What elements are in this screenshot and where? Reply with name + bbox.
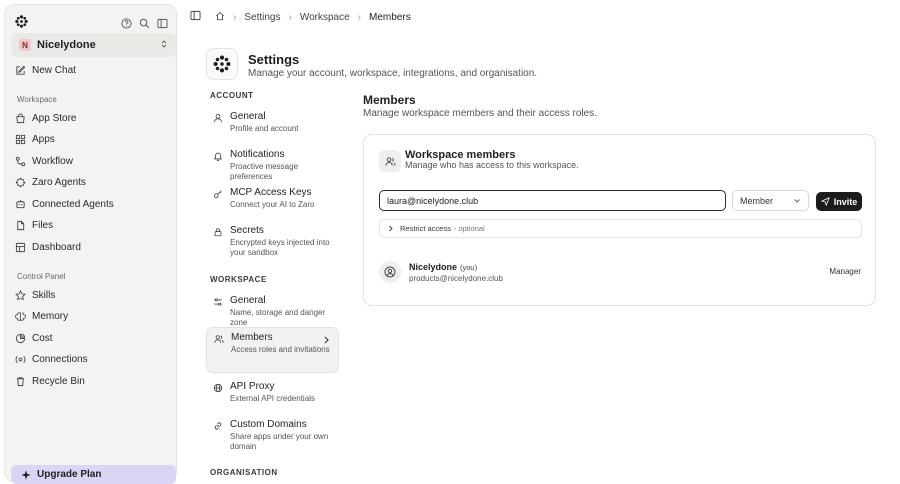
panel-toggle-icon[interactable] (190, 10, 201, 24)
memory-icon (15, 311, 26, 321)
sidebar-section-workspace: Workspace (17, 95, 57, 104)
member-role: Manager (829, 267, 861, 276)
invite-button-label: Invite (833, 196, 858, 207)
sidebar-item-skills[interactable]: Skills (15, 286, 55, 304)
lock-icon (214, 228, 222, 237)
member-you-badge: (you) (460, 263, 478, 272)
breadcrumb-settings[interactable]: Settings (244, 12, 280, 23)
page-subtitle: Manage your account, workspace, integrat… (248, 68, 538, 79)
app-store-icon (16, 112, 25, 123)
recycle-bin-icon (16, 376, 25, 386)
chevron-right-icon (389, 225, 393, 232)
sidebar-item-apps[interactable]: Apps (15, 130, 55, 148)
sidebar-item-cost[interactable]: Cost (15, 329, 53, 347)
sidebar-item-connected-agents[interactable]: Connected Agents (15, 195, 114, 213)
section-title: Members (363, 93, 416, 107)
workspace-members-card: Workspace members Manage who has access … (363, 134, 876, 306)
sidebar-item-zaro-agents[interactable]: Zaro Agents (15, 173, 86, 191)
nav-item-mcp-access-keys[interactable]: MCP Access Keys Connect your AI to Zaro (206, 183, 339, 214)
role-select-value: Member (740, 195, 774, 206)
restrict-access-optional: - optional (453, 224, 485, 233)
nav-item-custom-domains[interactable]: Custom Domains Share apps under your own… (206, 415, 339, 456)
chevron-updown-icon (160, 38, 168, 52)
settings-logo-icon (206, 48, 238, 80)
chevron-down-icon (794, 198, 800, 203)
sidebar-toggle-icon[interactable] (156, 17, 168, 29)
invite-email-input[interactable] (379, 190, 726, 211)
upgrade-plan-button[interactable]: Upgrade Plan (11, 465, 176, 484)
breadcrumb-separator-icon: › (233, 11, 237, 23)
nav-item-members[interactable]: Members Access roles and invitations (206, 327, 339, 373)
nav-section-account: ACCOUNT (210, 91, 254, 100)
nav-item-notifications[interactable]: Notifications Proactive message preferen… (206, 145, 339, 186)
sidebar-item-dashboard[interactable]: Dashboard (15, 238, 81, 256)
new-chat-button[interactable]: New Chat (15, 61, 76, 79)
bell-icon (213, 152, 223, 161)
globe-icon (213, 383, 223, 393)
breadcrumb-members: Members (369, 11, 411, 23)
restrict-access-toggle[interactable]: Restrict access - optional (379, 219, 862, 238)
sidebar-item-memory[interactable]: Memory (15, 307, 68, 325)
cost-icon (15, 333, 26, 343)
nav-section-workspace: WORKSPACE (210, 275, 267, 284)
new-chat-icon (16, 65, 26, 75)
skills-icon (15, 289, 26, 300)
sliders-icon (214, 298, 222, 306)
card-subtitle: Manage who has access to this workspace. (405, 160, 579, 170)
invite-button[interactable]: Invite (816, 192, 862, 211)
help-icon[interactable] (120, 17, 132, 29)
restrict-access-label: Restrict access (400, 224, 451, 233)
breadcrumb: › Settings › Workspace › Members (190, 10, 419, 24)
nav-section-organisation: ORGANISATION (210, 468, 278, 477)
sidebar-item-connections[interactable]: Connections (15, 350, 88, 368)
org-name: Nicelydone (37, 39, 96, 51)
agents-icon (15, 177, 26, 187)
user-circle-icon (384, 266, 396, 278)
section-subtitle: Manage workspace members and their acces… (363, 108, 597, 119)
connected-agents-icon (16, 199, 25, 208)
zaro-logo-icon[interactable] (15, 15, 28, 31)
users-icon (214, 335, 224, 343)
apps-icon (15, 134, 26, 144)
org-selector[interactable]: N Nicelydone (11, 33, 176, 57)
nav-item-account-general[interactable]: General Profile and account (206, 107, 339, 138)
sidebar: N Nicelydone New Chat Workspace App Stor… (4, 4, 177, 484)
nav-item-workspace-general[interactable]: General Name, storage and danger zone (206, 291, 339, 332)
connections-icon (15, 355, 26, 363)
breadcrumb-workspace[interactable]: Workspace (300, 12, 350, 23)
send-icon (821, 197, 830, 206)
member-email: products@nicelydone.club (409, 274, 503, 283)
sidebar-section-control-panel: Control Panel (17, 272, 66, 281)
sidebar-item-recycle-bin[interactable]: Recycle Bin (15, 372, 85, 390)
sidebar-item-workflow[interactable]: Workflow (15, 152, 73, 170)
org-avatar: N (19, 39, 31, 51)
new-chat-label: New Chat (32, 64, 76, 76)
user-icon (214, 114, 222, 123)
workflow-icon (15, 156, 26, 166)
sparkle-icon (21, 469, 31, 480)
upgrade-plan-label: Upgrade Plan (37, 469, 102, 480)
sidebar-item-files[interactable]: Files (15, 216, 53, 234)
files-icon (17, 220, 25, 230)
users-icon (379, 150, 401, 172)
role-select[interactable]: Member (732, 190, 809, 211)
dashboard-icon (15, 242, 26, 252)
breadcrumb-separator-icon: › (288, 11, 292, 23)
home-icon[interactable] (215, 11, 225, 24)
nav-item-secrets[interactable]: Secrets Encrypted keys injected into you… (206, 221, 339, 262)
breadcrumb-separator-icon: › (357, 11, 362, 23)
chevron-right-icon (324, 336, 329, 344)
member-name: Nicelydone (you) (409, 262, 478, 272)
search-icon[interactable] (138, 17, 150, 29)
link-icon (214, 422, 222, 430)
nav-item-api-proxy[interactable]: API Proxy External API credentials (206, 377, 339, 408)
member-avatar (379, 261, 401, 283)
sidebar-item-app-store[interactable]: App Store (15, 109, 76, 127)
sidebar-top (15, 13, 168, 33)
key-icon (214, 190, 222, 198)
page-title: Settings (248, 52, 300, 67)
